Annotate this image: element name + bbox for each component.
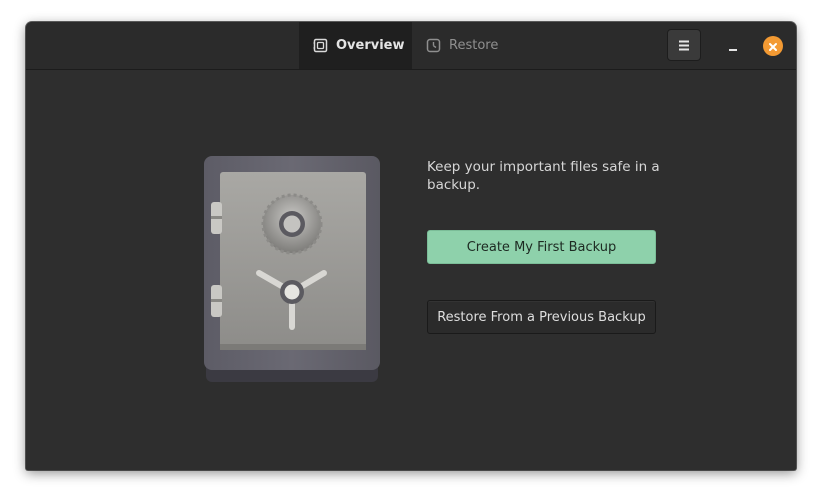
restore-previous-backup-button[interactable]: Restore From a Previous Backup	[427, 300, 656, 334]
safe-icon	[202, 156, 382, 386]
close-icon	[768, 37, 778, 56]
main-menu-button[interactable]	[667, 29, 701, 61]
minimize-button[interactable]	[720, 34, 746, 58]
app-window: Overview Restore Keep your important fil…	[26, 22, 796, 470]
overview-icon	[313, 38, 328, 53]
tab-restore[interactable]: Restore	[412, 22, 512, 69]
tab-restore-label: Restore	[449, 38, 499, 53]
minimize-icon	[728, 37, 738, 56]
clock-icon	[426, 38, 441, 53]
hamburger-menu-icon	[678, 36, 690, 55]
create-first-backup-button[interactable]: Create My First Backup	[427, 230, 656, 264]
close-button[interactable]	[763, 36, 783, 56]
tab-overview[interactable]: Overview	[299, 22, 412, 69]
header-bar: Overview Restore	[26, 22, 796, 70]
overview-page: Keep your important files safe in a back…	[26, 70, 796, 470]
tab-overview-label: Overview	[336, 38, 405, 53]
tagline-text: Keep your important files safe in a back…	[427, 159, 660, 193]
